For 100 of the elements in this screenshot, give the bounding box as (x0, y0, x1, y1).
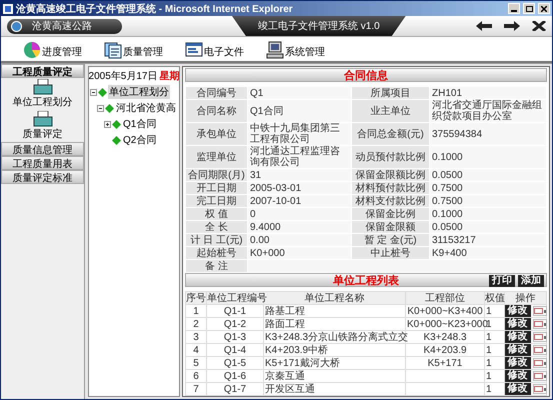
field-value: 河北省交通厅国际金融组织贷款项目办公室 (430, 100, 546, 122)
field-value: 0.0500 (430, 220, 546, 234)
field-value: 0.1000 (430, 208, 546, 220)
delete-icon (534, 334, 546, 340)
expand-toggle[interactable] (104, 120, 111, 128)
edit-button[interactable]: 修改 (504, 357, 530, 369)
field-value: 0.1000 (430, 146, 546, 168)
delete-button[interactable] (532, 319, 546, 329)
delete-button[interactable] (532, 384, 546, 394)
table-cell: 京秦互通 (264, 370, 406, 382)
back-icon[interactable] (476, 21, 492, 31)
edit-button[interactable]: 修改 (504, 344, 530, 356)
edit-button[interactable]: 修改 (504, 383, 530, 395)
table-cell: 2 (186, 318, 206, 330)
field-label: 保留金限额 (352, 220, 430, 234)
column-header: 权值 (484, 292, 504, 304)
field-label: 保留金比例 (352, 208, 430, 220)
field-label: 起始桩号 (186, 246, 248, 260)
date-text: 2005年5月17日 (88, 70, 158, 83)
sidebar-section[interactable]: 工程质量用表 (1, 156, 84, 170)
field-value: 0.0500 (430, 168, 546, 182)
table-cell: 7 (186, 382, 206, 396)
tree-node[interactable]: 单位工程划分 (108, 85, 170, 99)
field-label: 合同编号 (186, 86, 248, 100)
field-label: 所属项目 (352, 86, 430, 100)
edit-button[interactable]: 修改 (504, 305, 530, 317)
field-value: Q1合同 (248, 100, 352, 122)
tree-node[interactable]: 河北省沧黄高 (115, 101, 177, 115)
toolbar-button[interactable]: 电子文件 (185, 41, 244, 59)
field-label: 开工日期 (186, 182, 248, 194)
table-cell: 1 (186, 304, 206, 318)
maximize-icon (526, 6, 532, 12)
tree-node[interactable]: Q1合同 (122, 117, 158, 131)
field-value: K9+400 (430, 246, 546, 260)
table-cell: K5+171戴河大桥 (264, 356, 406, 370)
field-value: 31153217 (430, 234, 546, 246)
column-header: 操作 (504, 292, 546, 304)
field-value: 31 (248, 168, 352, 182)
edit-button[interactable]: 修改 (504, 370, 530, 382)
edit-button[interactable]: 修改 (504, 331, 530, 343)
window-icon (185, 41, 203, 59)
edit-button[interactable]: 修改 (504, 318, 530, 330)
column-header: 工程部位 (406, 292, 484, 304)
delete-button[interactable] (532, 332, 546, 342)
toolbar-button[interactable]: 打印 (489, 275, 515, 287)
field-label: 业主单位 (352, 100, 430, 122)
document-icon (104, 41, 122, 59)
toolbar-button[interactable]: 系统管理 (266, 41, 325, 59)
field-value: Q1 (248, 86, 352, 100)
table-cell: K5+171 (406, 356, 484, 370)
sidebar-item[interactable]: 质量评定 (1, 110, 84, 142)
section-title: 单位工程列表 (333, 274, 399, 288)
browser-icon (3, 4, 13, 14)
road-name: 沧黄高速公路 (32, 20, 92, 33)
pie-chart-icon (23, 41, 41, 59)
delete-button[interactable] (532, 358, 546, 368)
delete-icon (534, 308, 546, 314)
window-title: 沧黄高速竣工电子文件管理系统 - Microsoft Internet Explorer (16, 2, 294, 16)
field-label: 暂 定 金(元) (352, 234, 430, 246)
sidebar-section[interactable]: 质量评定标准 (1, 170, 84, 184)
system-title: 竣工电子文件管理系统 v1.0 (232, 16, 406, 36)
table-cell: 6 (186, 370, 206, 382)
forward-icon[interactable] (504, 21, 520, 31)
collapse-toggle[interactable] (90, 88, 97, 96)
table-cell: K4+203.9中桥 (264, 344, 406, 356)
table-cell: 3 (186, 330, 206, 344)
field-label: 保留金限额比例 (352, 168, 430, 182)
table-cell: K0+000~K3+400 (406, 304, 484, 318)
computer-icon (266, 41, 284, 59)
field-label: 材料预付款比例 (352, 182, 430, 194)
delete-button[interactable] (532, 371, 546, 381)
field-value: 0.7500 (430, 182, 546, 194)
delete-button[interactable] (532, 345, 546, 355)
toolbar-button[interactable]: 进度管理 (23, 41, 82, 59)
field-label: 材料支付款比例 (352, 194, 430, 208)
collapse-toggle[interactable] (97, 104, 104, 112)
close-icon[interactable] (532, 21, 546, 31)
table-cell: 开发区互通 (264, 382, 406, 396)
tree-node[interactable]: Q2合同 (122, 133, 158, 147)
sidebar-item[interactable]: 单位工程划分 (1, 78, 84, 110)
sidebar-section[interactable]: 工程质量评定 (1, 64, 84, 78)
close-button[interactable] (538, 3, 550, 14)
field-label: 合同总金额(元) (352, 122, 430, 146)
table-cell: Q1-6 (206, 370, 264, 382)
column-header: 序号 (186, 292, 206, 304)
section-title: 合同信息 (344, 68, 388, 82)
minimize-button[interactable] (508, 3, 520, 14)
toolbar-button[interactable]: 质量管理 (104, 41, 163, 59)
delete-button[interactable] (532, 306, 546, 316)
table-cell: K3+248.3分京山铁路分离式立交 (264, 330, 406, 344)
table-cell: Q1-5 (206, 356, 264, 370)
sidebar-section[interactable]: 质量信息管理 (1, 142, 84, 156)
field-label: 全 长 (186, 220, 248, 234)
table-cell: Q1-4 (206, 344, 264, 356)
field-value: 9.4000 (248, 220, 352, 234)
toolbar-button[interactable]: 添加 (518, 275, 544, 287)
globe-icon (11, 20, 22, 32)
maximize-button[interactable] (523, 3, 535, 14)
field-label: 完工日期 (186, 194, 248, 208)
field-value: 2005-03-01 (248, 182, 352, 194)
